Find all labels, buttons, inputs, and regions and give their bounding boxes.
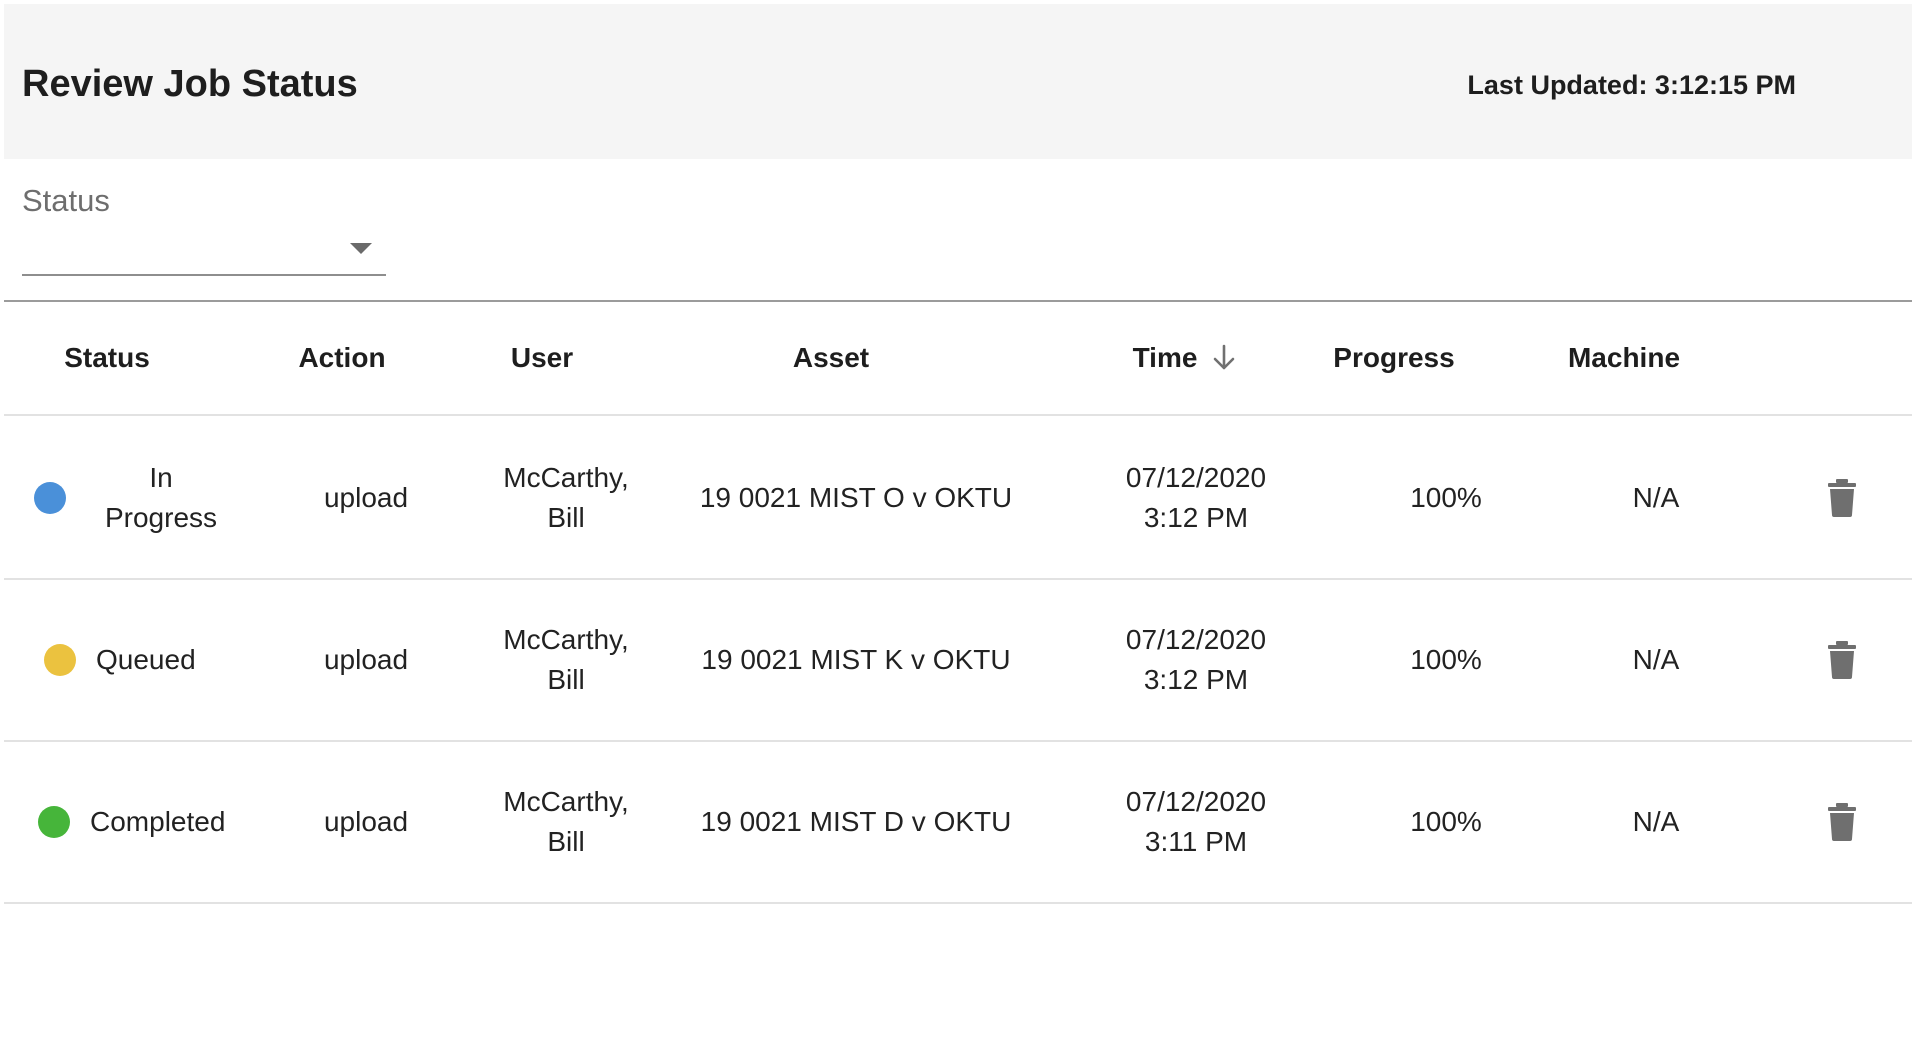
user-cell: McCarthy, Bill — [466, 580, 666, 740]
time-text: 07/12/2020 3:11 PM — [1125, 786, 1267, 857]
column-header-label: Status — [64, 342, 150, 373]
time-text: 07/12/2020 3:12 PM — [1125, 462, 1267, 533]
column-header-label: Progress — [1333, 342, 1455, 373]
status-cell: Queued — [4, 580, 236, 740]
user-text: McCarthy, Bill — [503, 462, 629, 533]
time-cell: 07/12/2020 3:11 PM — [1046, 742, 1346, 902]
page-header: Review Job Status Last Updated: 3:12:15 … — [4, 4, 1912, 159]
user-text: McCarthy, Bill — [503, 786, 629, 857]
column-header-label: Time — [1132, 342, 1198, 373]
column-header-machine[interactable]: Machine — [1524, 302, 1724, 414]
delete-cell — [1796, 418, 1888, 578]
asset-cell: 19 0021 MIST K v OKTU — [701, 644, 1011, 675]
user-text: McCarthy, Bill — [503, 624, 629, 695]
status-filter-value — [22, 232, 342, 266]
table-header-row: Status Action User Asset Time Progress M… — [4, 302, 1912, 416]
status-text: Queued — [96, 644, 196, 675]
action-cell: upload — [323, 482, 409, 513]
column-header-status[interactable]: Status — [4, 302, 210, 414]
sort-descending-icon[interactable] — [1211, 343, 1237, 373]
status-dot-icon — [38, 806, 70, 838]
asset-cell: 19 0021 MIST D v OKTU — [700, 806, 1012, 837]
status-cell: In Progress — [4, 418, 236, 578]
column-header-action[interactable]: Action — [242, 302, 442, 414]
column-header-label: User — [510, 342, 574, 373]
column-header-progress[interactable]: Progress — [1294, 302, 1494, 414]
time-cell: 07/12/2020 3:12 PM — [1046, 418, 1346, 578]
trash-icon[interactable] — [1827, 641, 1857, 679]
last-updated-text: Last Updated: 3:12:15 PM — [1467, 70, 1796, 100]
page-title: Review Job Status — [22, 63, 358, 105]
status-dot-icon — [44, 644, 76, 676]
status-dot-icon — [34, 482, 66, 514]
user-cell: McCarthy, Bill — [466, 418, 666, 578]
asset-cell: 19 0021 MIST O v OKTU — [699, 482, 1013, 513]
column-header-label: Action — [298, 342, 386, 373]
column-header-user[interactable]: User — [442, 302, 642, 414]
delete-cell — [1796, 580, 1888, 740]
status-filter-label: Status — [22, 183, 110, 218]
action-cell: upload — [323, 806, 409, 837]
machine-cell: N/A — [1632, 806, 1680, 837]
trash-icon[interactable] — [1827, 803, 1857, 841]
time-text: 07/12/2020 3:12 PM — [1125, 624, 1267, 695]
machine-cell: N/A — [1632, 644, 1680, 675]
progress-cell: 100% — [1410, 806, 1482, 837]
user-cell: McCarthy, Bill — [466, 742, 666, 902]
progress-cell: 100% — [1410, 644, 1482, 675]
progress-cell: 100% — [1410, 482, 1482, 513]
status-cell: Completed — [4, 742, 236, 902]
time-cell: 07/12/2020 3:12 PM — [1046, 580, 1346, 740]
delete-cell — [1796, 742, 1888, 902]
column-header-time[interactable]: Time — [1041, 302, 1329, 414]
machine-cell: N/A — [1632, 482, 1680, 513]
column-header-label: Asset — [792, 342, 870, 373]
trash-icon[interactable] — [1827, 479, 1857, 517]
status-filter-select[interactable]: Status — [22, 174, 386, 280]
review-job-status-page: Review Job Status Last Updated: 3:12:15 … — [4, 4, 1912, 1056]
table-row[interactable]: In Progress upload McCarthy, Bill 19 002… — [4, 418, 1912, 580]
dropdown-arrow-icon[interactable] — [350, 243, 372, 254]
column-header-label: Machine — [1567, 342, 1681, 373]
table-row[interactable]: Completed upload McCarthy, Bill 19 0021 … — [4, 742, 1912, 904]
status-text: In Progress — [104, 462, 218, 533]
column-header-asset[interactable]: Asset — [651, 302, 1011, 414]
status-text: Completed — [90, 806, 226, 837]
action-cell: upload — [323, 644, 409, 675]
table-row[interactable]: Queued upload McCarthy, Bill 19 0021 MIS… — [4, 580, 1912, 742]
status-filter-underline — [22, 274, 386, 276]
